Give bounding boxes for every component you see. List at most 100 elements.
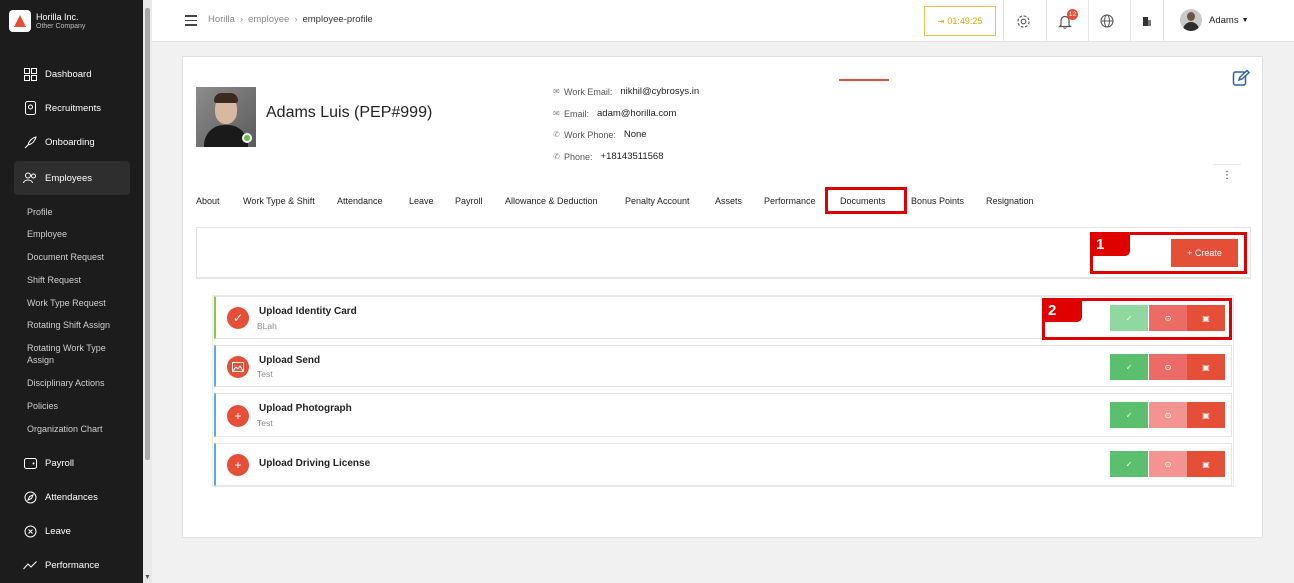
sidebar-item-leave[interactable]: Leave bbox=[14, 514, 130, 548]
sidebar-sub-work-type-request[interactable]: Work Type Request bbox=[27, 298, 127, 310]
tab-leave[interactable]: Leave bbox=[409, 196, 434, 206]
topbar: Horilla › employee › employee-profile ⇥ … bbox=[152, 0, 1294, 42]
eye-icon: ⊙ bbox=[1164, 410, 1172, 420]
phone-row: ✆ Phone: +18143511568 bbox=[552, 151, 663, 162]
attendance-timer-button[interactable]: ⇥ 01:49:25 bbox=[924, 6, 996, 36]
document-subtitle: Test bbox=[257, 418, 273, 428]
document-title: Upload Send bbox=[259, 355, 321, 366]
sidebar-item-performance[interactable]: Performance bbox=[14, 548, 130, 582]
highlight-box-documents-tab bbox=[825, 187, 907, 214]
view-button[interactable]: ⊙ bbox=[1149, 402, 1187, 428]
sidebar-item-attendances[interactable]: Attendances bbox=[14, 480, 130, 514]
divider bbox=[1163, 0, 1164, 42]
sidebar-item-label: Onboarding bbox=[45, 136, 95, 148]
clock-out-icon: ⇥ bbox=[937, 16, 945, 26]
document-title: Upload Identity Card bbox=[259, 306, 357, 317]
breadcrumb-separator-icon: › bbox=[294, 14, 298, 25]
employee-profile-card: Adams Luis (PEP#999) ✉ Work Email: nikhi… bbox=[182, 56, 1263, 538]
sidebar-item-employees[interactable]: Employees bbox=[14, 161, 130, 195]
work-phone-value: None bbox=[623, 129, 647, 140]
tab-attendance[interactable]: Attendance bbox=[337, 196, 383, 206]
tab-performance[interactable]: Performance bbox=[764, 196, 816, 206]
eye-icon: ⊙ bbox=[1164, 459, 1172, 469]
list-item[interactable]: + Upload Driving License bbox=[214, 443, 1232, 486]
view-button[interactable]: ⊙ bbox=[1149, 354, 1187, 380]
company-subtitle: Other Company bbox=[36, 23, 86, 30]
approve-button[interactable]: ✓ bbox=[1110, 402, 1148, 428]
mail-icon: ✉ bbox=[553, 109, 560, 118]
check-icon: ✓ bbox=[1125, 362, 1133, 372]
email-value: adam@horilla.com bbox=[597, 108, 677, 119]
sidebar-sub-rotating-work-type-assign[interactable]: Rotating Work Type Assign bbox=[27, 343, 127, 366]
sidebar-item-dashboard[interactable]: Dashboard bbox=[14, 57, 130, 91]
globe-icon[interactable] bbox=[1099, 13, 1115, 29]
sidebar-sub-rotating-shift-assign[interactable]: Rotating Shift Assign bbox=[27, 320, 127, 332]
list-item[interactable]: Upload Send Test bbox=[214, 345, 1232, 387]
recruitment-icon bbox=[23, 101, 37, 115]
sidebar-sub-shift-request[interactable]: Shift Request bbox=[27, 275, 127, 287]
company-name: Horilla Inc. bbox=[36, 12, 79, 22]
check-icon: ✓ bbox=[1125, 459, 1133, 469]
document-title: Upload Photograph bbox=[259, 403, 352, 414]
more-options-icon[interactable]: ⋮ bbox=[1213, 164, 1241, 186]
tab-penalty-account[interactable]: Penalty Account bbox=[625, 196, 690, 206]
sidebar-item-label: Attendances bbox=[45, 491, 98, 503]
work-email-label: Work Email: bbox=[564, 86, 613, 97]
breadcrumb-home[interactable]: Horilla bbox=[208, 14, 235, 25]
sidebar-sub-profile[interactable]: Profile bbox=[27, 207, 127, 219]
compass-icon bbox=[23, 490, 37, 504]
sidebar-sub-policies[interactable]: Policies bbox=[27, 401, 127, 413]
scroll-down-arrow-icon[interactable]: ▼ bbox=[144, 574, 151, 581]
sidebar-sub-organization-chart[interactable]: Organization Chart bbox=[27, 424, 127, 436]
dashboard-icon bbox=[23, 67, 37, 81]
company-building-icon[interactable] bbox=[1139, 13, 1155, 29]
image-icon bbox=[227, 356, 249, 378]
timer-value: 01:49:25 bbox=[947, 16, 983, 26]
sidebar-sub-document-request[interactable]: Document Request bbox=[27, 252, 127, 264]
sidebar-item-label: Leave bbox=[45, 525, 71, 537]
sidebar-scrollbar[interactable]: ▼ bbox=[143, 0, 152, 583]
approve-button[interactable]: ✓ bbox=[1110, 451, 1148, 477]
document-title: Upload Driving License bbox=[259, 458, 371, 469]
sidebar-sub-employee[interactable]: Employee bbox=[27, 229, 127, 241]
menu-toggle-icon[interactable] bbox=[185, 15, 197, 29]
sidebar-item-payroll[interactable]: Payroll bbox=[14, 446, 130, 480]
tab-payroll[interactable]: Payroll bbox=[455, 196, 483, 206]
view-button[interactable]: ⊙ bbox=[1149, 451, 1187, 477]
mail-icon: ✉ bbox=[553, 87, 560, 96]
approve-button[interactable]: ✓ bbox=[1110, 354, 1148, 380]
user-menu[interactable]: Adams ▼ bbox=[1180, 9, 1249, 31]
breadcrumb-current: employee-profile bbox=[302, 14, 373, 25]
gear-icon[interactable] bbox=[1015, 13, 1031, 29]
breadcrumb-employee[interactable]: employee bbox=[248, 14, 289, 25]
sidebar-item-onboarding[interactable]: Onboarding bbox=[14, 125, 130, 159]
sidebar-sub-disciplinary-actions[interactable]: Disciplinary Actions bbox=[27, 378, 127, 390]
delete-button[interactable]: ▣ bbox=[1187, 451, 1225, 477]
check-icon: ✓ bbox=[227, 307, 249, 329]
work-email-value: nikhil@cybrosys.in bbox=[620, 86, 700, 97]
list-item[interactable]: + Upload Photograph Test bbox=[214, 393, 1232, 437]
tab-work-type-shift[interactable]: Work Type & Shift bbox=[243, 196, 315, 206]
phone-icon: ✆ bbox=[553, 152, 560, 161]
avatar bbox=[1180, 9, 1202, 31]
breadcrumb: Horilla › employee › employee-profile bbox=[208, 14, 373, 25]
delete-button[interactable]: ▣ bbox=[1187, 354, 1225, 380]
work-phone-row: ✆ Work Phone: None bbox=[552, 129, 647, 140]
document-subtitle: BLah bbox=[257, 321, 277, 331]
tab-allowance-deduction[interactable]: Allowance & Deduction bbox=[505, 196, 598, 206]
tab-assets[interactable]: Assets bbox=[715, 196, 742, 206]
company-switcher[interactable]: Horilla Inc. Other Company bbox=[9, 10, 85, 32]
delete-button[interactable]: ▣ bbox=[1187, 402, 1225, 428]
eye-icon: ⊙ bbox=[1164, 362, 1172, 372]
sidebar-item-recruitments[interactable]: Recruitments bbox=[14, 91, 130, 125]
phone-icon: ✆ bbox=[553, 130, 560, 139]
wallet-icon bbox=[23, 456, 37, 470]
scrollbar-thumb[interactable] bbox=[145, 8, 150, 460]
employee-name: Adams Luis (PEP#999) bbox=[266, 104, 433, 121]
sidebar: Horilla Inc. Other Company Dashboard Rec… bbox=[0, 0, 143, 583]
chevron-down-icon: ▼ bbox=[1241, 16, 1249, 24]
tab-bonus-points[interactable]: Bonus Points bbox=[911, 196, 964, 206]
edit-icon[interactable] bbox=[1232, 69, 1251, 87]
tab-about[interactable]: About bbox=[196, 196, 220, 206]
tab-resignation[interactable]: Resignation bbox=[986, 196, 1034, 206]
